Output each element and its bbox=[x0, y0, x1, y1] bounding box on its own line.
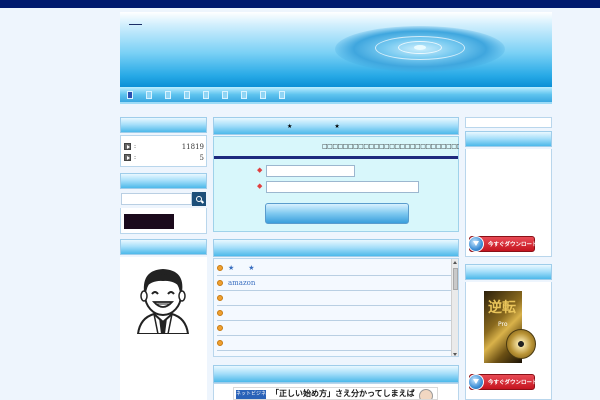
right-top-box bbox=[465, 117, 552, 128]
product-image[interactable]: 逆転 Pro bbox=[484, 291, 536, 363]
disc-icon bbox=[506, 329, 536, 359]
article-list: ★ ★ amazon bbox=[213, 258, 459, 357]
counter-label: : bbox=[134, 143, 137, 150]
avatar bbox=[136, 269, 190, 334]
search-input[interactable] bbox=[121, 193, 192, 205]
list-item[interactable]: amazon bbox=[217, 276, 451, 291]
scroll-down-arrow-icon[interactable] bbox=[453, 353, 457, 356]
counter-value: 5 bbox=[199, 153, 204, 162]
main-panel-header: ★ ★ bbox=[213, 117, 459, 135]
banner-tag: ネットビジネス bbox=[236, 390, 267, 399]
ad-panel-header bbox=[213, 365, 459, 383]
dark-banner[interactable] bbox=[124, 214, 174, 229]
top-bar bbox=[0, 0, 600, 8]
list-scrollbar[interactable] bbox=[451, 259, 458, 356]
global-nav bbox=[120, 87, 552, 104]
nav-item[interactable] bbox=[165, 91, 171, 99]
download-icon bbox=[468, 374, 484, 390]
product-subtitle: Pro bbox=[498, 321, 508, 328]
registration-form: □□□□□□□□□□□□□□□□□□□□□□□□□□□□□□□□□□□□□ ◆ … bbox=[213, 136, 459, 232]
list-item[interactable] bbox=[217, 321, 451, 336]
nav-item[interactable] bbox=[241, 91, 247, 99]
nav-item[interactable] bbox=[184, 91, 190, 99]
counter-row-total: : 11819 bbox=[124, 142, 204, 151]
form-description: □□□□□□□□□□□□□□□□□□□□□□□□□□□□□□□□□□□□□ bbox=[322, 143, 459, 150]
counter-label: : bbox=[134, 154, 137, 161]
download-label: 今すぐダウンロード bbox=[488, 380, 538, 386]
divider bbox=[214, 156, 458, 159]
counter-panel-header bbox=[120, 117, 207, 133]
bullet-icon bbox=[217, 295, 223, 301]
search-panel-header bbox=[120, 173, 207, 189]
download-button[interactable]: 今すぐダウンロード bbox=[468, 236, 538, 252]
site-title[interactable] bbox=[129, 24, 142, 25]
nav-item[interactable] bbox=[146, 91, 152, 99]
ad-banner[interactable]: ネットビジネス 「正しい始め方」さえ分かってしまえば bbox=[233, 387, 438, 400]
list-panel-header bbox=[213, 239, 459, 257]
list-item[interactable] bbox=[217, 291, 451, 306]
download-icon bbox=[468, 236, 484, 252]
bullet-icon bbox=[217, 340, 223, 346]
arrow-icon bbox=[124, 154, 131, 161]
list-item[interactable] bbox=[217, 336, 451, 351]
product-panel-header bbox=[465, 264, 552, 280]
nav-item[interactable] bbox=[279, 91, 285, 99]
site-header bbox=[120, 12, 552, 87]
bullet-icon bbox=[217, 325, 223, 331]
banner-person-image bbox=[419, 389, 433, 399]
counter-row-today: : 5 bbox=[124, 153, 204, 162]
access-counter: : 11819 : 5 bbox=[120, 135, 207, 167]
scroll-up-arrow-icon[interactable] bbox=[453, 261, 457, 264]
panel-title: ★ ★ bbox=[287, 123, 340, 130]
nav-item[interactable] bbox=[260, 91, 266, 99]
product-title: 逆転 bbox=[488, 300, 516, 316]
submit-button[interactable] bbox=[265, 203, 409, 224]
ripple-center bbox=[414, 45, 426, 50]
nav-item-home[interactable] bbox=[127, 91, 133, 99]
profile-panel-header bbox=[120, 239, 207, 255]
name-field[interactable] bbox=[266, 165, 355, 177]
banner-headline: 「正しい始め方」さえ分かってしまえば bbox=[271, 389, 415, 398]
search-button[interactable] bbox=[192, 192, 206, 206]
nav-item[interactable] bbox=[222, 91, 228, 99]
list-item[interactable]: ★ ★ bbox=[217, 261, 451, 276]
search-icon bbox=[196, 196, 202, 202]
right-panel-header bbox=[465, 131, 552, 147]
bullet-icon bbox=[217, 310, 223, 316]
list-item-label[interactable]: ★ ★ bbox=[228, 263, 255, 273]
list-item[interactable] bbox=[217, 306, 451, 321]
nav-item[interactable] bbox=[203, 91, 209, 99]
download-label: 今すぐダウンロード bbox=[488, 242, 538, 248]
bullet-icon bbox=[217, 265, 223, 271]
counter-value: 11819 bbox=[181, 142, 204, 151]
arrow-icon bbox=[124, 143, 131, 150]
download-button[interactable]: 今すぐダウンロード bbox=[468, 374, 538, 390]
list-item-label[interactable]: amazon bbox=[228, 279, 255, 287]
scroll-thumb[interactable] bbox=[453, 268, 458, 290]
bullet-icon bbox=[217, 280, 223, 286]
email-field[interactable] bbox=[266, 181, 419, 193]
required-mark: ◆ bbox=[257, 182, 263, 190]
required-mark: ◆ bbox=[257, 166, 263, 174]
